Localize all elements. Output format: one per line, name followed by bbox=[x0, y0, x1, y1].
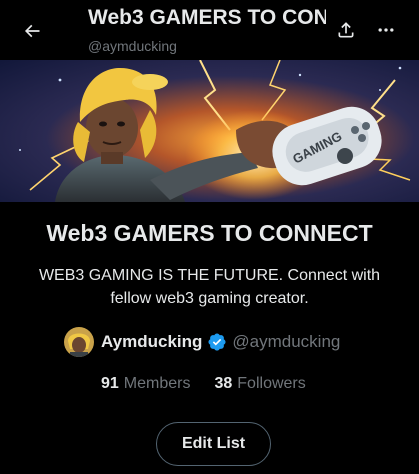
list-title: Web3 GAMERS TO CONNECT bbox=[46, 220, 373, 246]
avatar[interactable] bbox=[64, 327, 94, 357]
edit-list-button[interactable]: Edit List bbox=[156, 422, 271, 466]
list-banner-image: GAMING bbox=[0, 60, 419, 202]
members-link[interactable]: 91 Members bbox=[101, 375, 190, 393]
followers-link[interactable]: 38 Followers bbox=[214, 375, 305, 393]
arrow-left-icon bbox=[24, 24, 40, 38]
owner-handle: @aymducking bbox=[232, 332, 341, 351]
more-horizontal-icon bbox=[378, 28, 394, 32]
followers-count: 38 bbox=[214, 375, 233, 392]
followers-label: Followers bbox=[237, 375, 306, 392]
top-bar: Web3 GAMERS TO CONNECT @aymducking bbox=[0, 0, 419, 60]
list-stats: 91 Members 38 Followers bbox=[101, 375, 306, 393]
share-button[interactable] bbox=[328, 12, 364, 48]
members-count: 91 bbox=[101, 375, 119, 392]
list-description: WEB3 GAMING IS THE FUTURE. Connect with … bbox=[38, 267, 381, 307]
header-title: Web3 GAMERS TO CONNECT bbox=[88, 6, 326, 29]
owner-name[interactable]: Aymducking bbox=[101, 332, 202, 352]
more-button[interactable] bbox=[368, 12, 404, 48]
verified-badge-icon bbox=[207, 332, 227, 352]
members-label: Members bbox=[123, 375, 191, 392]
back-button[interactable] bbox=[14, 13, 50, 49]
list-owner[interactable]: Aymducking @aymducking bbox=[64, 326, 340, 358]
share-icon bbox=[338, 22, 354, 38]
header-handle: @aymducking bbox=[88, 38, 177, 54]
